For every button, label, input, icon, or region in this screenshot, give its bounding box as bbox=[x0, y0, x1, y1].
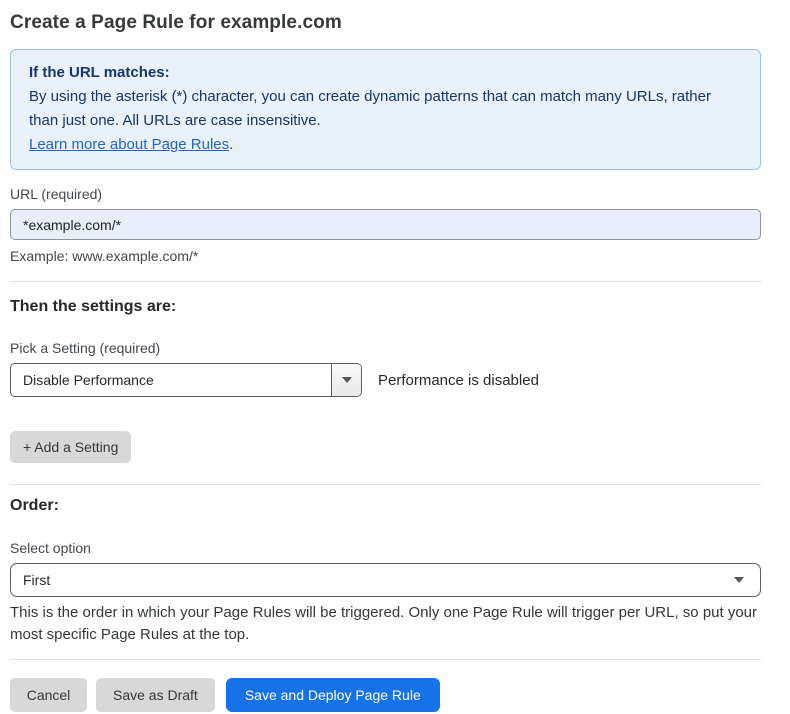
order-help-text: This is the order in which your Page Rul… bbox=[10, 602, 761, 646]
cancel-button[interactable]: Cancel bbox=[10, 678, 87, 712]
divider bbox=[10, 659, 761, 660]
divider bbox=[10, 281, 761, 282]
setting-select[interactable]: Disable Performance bbox=[10, 363, 362, 397]
add-setting-button[interactable]: + Add a Setting bbox=[10, 431, 131, 463]
setting-select-arrow-button[interactable] bbox=[331, 364, 361, 396]
setting-select-value: Disable Performance bbox=[11, 364, 331, 396]
divider bbox=[10, 484, 761, 485]
order-select[interactable]: First bbox=[10, 563, 761, 597]
info-box-link-line: Learn more about Page Rules. bbox=[29, 133, 742, 157]
url-example-text: Example: www.example.com/* bbox=[10, 248, 761, 264]
settings-section-heading: Then the settings are: bbox=[10, 298, 761, 316]
url-field-label: URL (required) bbox=[10, 186, 761, 202]
order-select-label: Select option bbox=[10, 540, 761, 556]
setting-picker-label: Pick a Setting (required) bbox=[10, 340, 761, 356]
setting-row: Disable Performance Performance is disab… bbox=[10, 363, 761, 397]
learn-more-link[interactable]: Learn more about Page Rules bbox=[29, 136, 229, 153]
info-box-heading: If the URL matches: bbox=[29, 61, 742, 85]
form-actions: Cancel Save as Draft Save and Deploy Pag… bbox=[10, 678, 761, 712]
setting-status-text: Performance is disabled bbox=[378, 372, 539, 389]
page-title: Create a Page Rule for example.com bbox=[10, 12, 761, 34]
info-box-body: By using the asterisk (*) character, you… bbox=[29, 85, 742, 133]
url-input[interactable] bbox=[10, 209, 761, 240]
link-suffix: . bbox=[229, 136, 233, 153]
caret-down-icon bbox=[342, 377, 352, 383]
save-as-draft-button[interactable]: Save as Draft bbox=[96, 678, 215, 712]
order-section-heading: Order: bbox=[10, 497, 761, 515]
save-and-deploy-button[interactable]: Save and Deploy Page Rule bbox=[226, 678, 440, 712]
page-rule-form: Create a Page Rule for example.com If th… bbox=[0, 0, 790, 714]
url-match-info-box: If the URL matches: By using the asteris… bbox=[10, 49, 761, 170]
order-select-value: First bbox=[23, 572, 50, 588]
caret-down-icon bbox=[734, 577, 744, 583]
